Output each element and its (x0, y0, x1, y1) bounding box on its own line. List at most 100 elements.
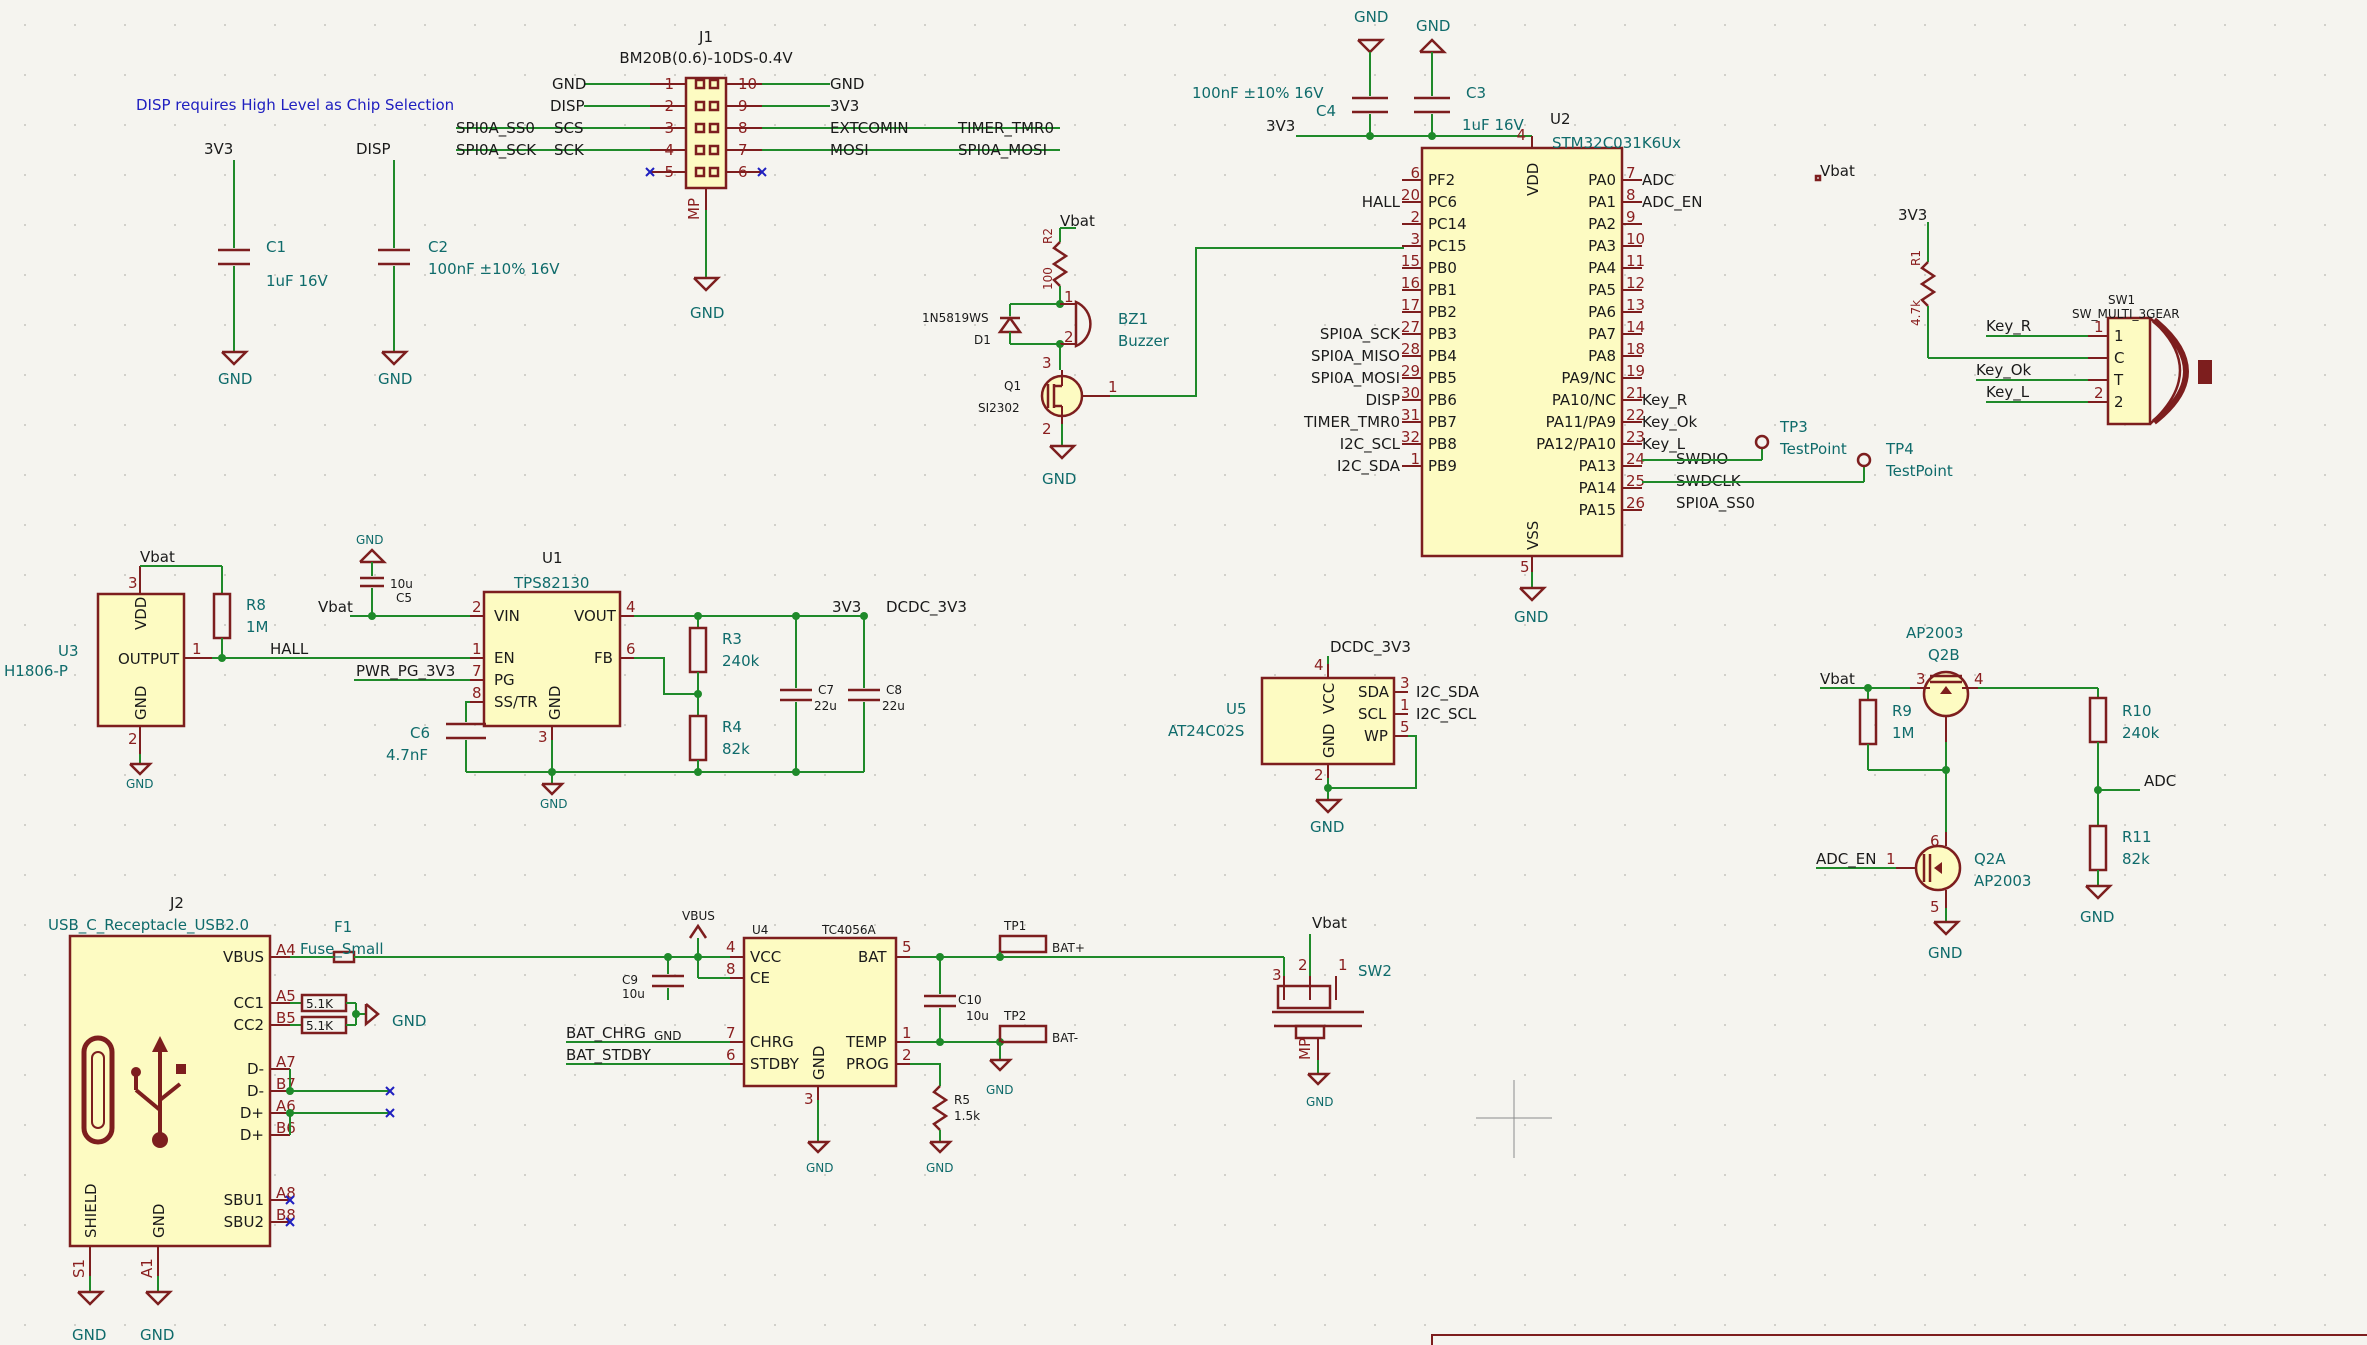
c4-value: 100nF ±10% 16V (1192, 84, 1324, 102)
sw1-pin-c: C (2114, 349, 2124, 367)
r5-ref: R5 (954, 1093, 970, 1107)
u4-charger[interactable]: U4 TC4056A VCC CE BAT CHRG STDBY TEMP PR… (726, 923, 912, 1108)
u4-n8: 8 (726, 960, 736, 978)
c5-ref: C5 (396, 591, 412, 605)
j1-func-scs: SCS (554, 119, 584, 137)
u1-n8: 8 (472, 684, 482, 702)
u4-ce: CE (750, 969, 770, 987)
c10-value: 10u (966, 1009, 989, 1023)
q2b-p4: 4 (1974, 670, 1984, 688)
j1-net-mosi: MOSI (830, 141, 869, 159)
j1-net-gnd-r: GND (830, 75, 864, 93)
q2a-p1: 1 (1886, 850, 1896, 868)
j2-a1: A1 (138, 1258, 156, 1278)
c9-value: 10u (622, 987, 645, 1001)
q1-value: SI2302 (978, 401, 1020, 415)
sw1-pin-t: T (2113, 371, 2124, 389)
u2-net-label: SPI0A_MISO (1311, 347, 1400, 366)
c1-value: 1uF 16V (266, 272, 329, 290)
j1-pin-9: 9 (738, 97, 748, 115)
u2-pin-num: 17 (1401, 296, 1420, 314)
u2-pin-num: 8 (1626, 186, 1636, 204)
j1-net-timer: TIMER_TMR0 (957, 119, 1054, 138)
f1-ref: F1 (334, 918, 352, 936)
u4-n7: 7 (726, 1024, 736, 1042)
u2-pin-num: 11 (1626, 252, 1645, 270)
r9-value: 1M (1892, 724, 1915, 742)
u1-n7: 7 (472, 662, 482, 680)
j2-gnd-pin: GND (150, 1204, 168, 1238)
cc-gnd: GND (392, 1012, 426, 1030)
vbus-label: VBUS (682, 909, 715, 923)
j2-gnd-2: GND (140, 1326, 174, 1344)
u4-n1: 1 (902, 1024, 912, 1042)
r11-gnd: GND (2080, 908, 2114, 926)
q2b-ref: Q2B (1928, 646, 1960, 664)
r2-vbat: Vbat (1060, 212, 1095, 230)
u2-pin-name: PC6 (1428, 193, 1457, 211)
u2-pin-num: 15 (1401, 252, 1420, 270)
u4-temp: TEMP (845, 1033, 887, 1051)
u3-ref: U3 (58, 642, 79, 660)
u2-pin-num: 19 (1626, 362, 1645, 380)
u2-net-label: Key_Ok (1642, 413, 1698, 432)
q1-p2: 2 (1042, 420, 1052, 438)
u1-pin-vin: VIN (494, 607, 520, 625)
u2-pin-num: 12 (1626, 274, 1645, 292)
u2-pin-name: PA15 (1579, 501, 1616, 519)
q1-gnd: GND (1042, 470, 1076, 488)
q1-p3: 3 (1042, 354, 1052, 372)
u2-pin-name: PA14 (1579, 479, 1616, 497)
j2-usb-c[interactable]: J2 USB_C_Receptacle_USB2.0 VBUS A4CC1 A5CC… (48, 894, 296, 1278)
u4-ref: U4 (752, 923, 768, 937)
j2-gnd-1: GND (72, 1326, 106, 1344)
sw2-p3: 3 (1272, 966, 1282, 984)
u5-n5: 5 (1400, 718, 1410, 736)
j2-pin-num: B8 (276, 1206, 296, 1224)
r10-value: 240k (2122, 724, 2160, 742)
bz1-value: Buzzer (1118, 332, 1170, 350)
r5-value: 1.5k (954, 1109, 980, 1123)
u2-pin-num: 26 (1626, 494, 1645, 512)
u5-n3: 3 (1400, 674, 1410, 692)
u5-n1: 1 (1400, 696, 1410, 714)
u3-gnd-pin: GND (132, 686, 150, 720)
q2a-p5: 5 (1930, 898, 1940, 916)
j2-pin-name: CC2 (234, 1016, 265, 1034)
u4-prog: PROG (846, 1055, 889, 1073)
c7-ref: C7 (818, 683, 834, 697)
u2-pin-name: PF2 (1428, 171, 1455, 189)
u3-vbat: Vbat (140, 548, 175, 566)
c5-value: 10u (390, 577, 413, 591)
j1-pin-10: 10 (738, 75, 757, 93)
u2-net-label: TIMER_TMR0 (1303, 413, 1400, 432)
u2-net-label: I2C_SDA (1337, 457, 1401, 476)
u2-pin-name: PA4 (1588, 259, 1616, 277)
u4-net-chrg: BAT_CHRG (566, 1024, 646, 1043)
u4-n5: 5 (902, 938, 912, 956)
u2-pin-name: PB2 (1428, 303, 1457, 321)
u2-pin-num: 20 (1401, 186, 1420, 204)
r9-ref: R9 (1892, 702, 1912, 720)
r8-ref: R8 (246, 596, 266, 614)
design-note: DISP requires High Level as Chip Selecti… (136, 96, 454, 114)
u1-n4: 4 (626, 598, 636, 616)
u5-value: AT24C02S (1168, 722, 1244, 740)
u2-net-label: SPI0A_SCK (1320, 325, 1401, 344)
j2-pin-name: D+ (240, 1104, 264, 1122)
u2-pin-name: PA0 (1588, 171, 1616, 189)
u1-n6: 6 (626, 640, 636, 658)
r1-3v3: 3V3 (1898, 206, 1927, 224)
tp1-ref: TP1 (1003, 919, 1026, 933)
r4-value: 82k (722, 740, 750, 758)
j1-pin-4: 4 (664, 141, 674, 159)
schematic-sheet[interactable]: DISP requires High Level as Chip Selecti… (0, 0, 2367, 1345)
j1-pin-1: 1 (664, 75, 674, 93)
u4-gnd-pin: GND (810, 1046, 828, 1080)
q2b-value: AP2003 (1906, 624, 1963, 642)
j1-value: BM20B(0.6)-10DS-0.4V (619, 49, 793, 67)
u2-pin-num: 18 (1626, 340, 1645, 358)
u1-net-vbat: Vbat (318, 598, 353, 616)
u2-pin-name: PB7 (1428, 413, 1457, 431)
u1-n3: 3 (538, 728, 548, 746)
